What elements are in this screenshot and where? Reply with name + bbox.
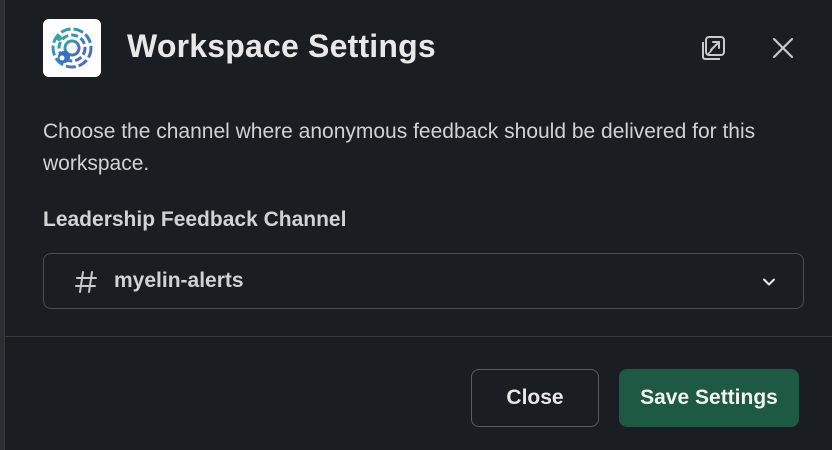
popout-icon	[702, 36, 725, 60]
close-button[interactable]: Close	[471, 369, 599, 427]
channel-select-value: myelin-alerts	[114, 269, 244, 292]
hash-icon	[75, 271, 97, 293]
save-settings-button[interactable]: Save Settings	[619, 369, 799, 427]
modal-title: Workspace Settings	[127, 28, 436, 64]
modal-description: Choose the channel where anonymous feedb…	[43, 120, 756, 175]
footer-divider	[5, 336, 832, 337]
close-icon	[772, 37, 794, 59]
app-logo	[43, 19, 101, 77]
popout-button[interactable]	[696, 30, 732, 66]
channel-select[interactable]: myelin-alerts	[43, 253, 804, 309]
app-logo-icon	[51, 27, 93, 69]
channel-field-label: Leadership Feedback Channel	[43, 208, 347, 231]
modal-header: Workspace Settings	[5, 0, 832, 100]
workspace-settings-modal: Workspace Settings Choose the channel wh…	[4, 0, 832, 450]
chevron-down-icon	[763, 278, 775, 286]
close-modal-button[interactable]	[765, 30, 801, 66]
